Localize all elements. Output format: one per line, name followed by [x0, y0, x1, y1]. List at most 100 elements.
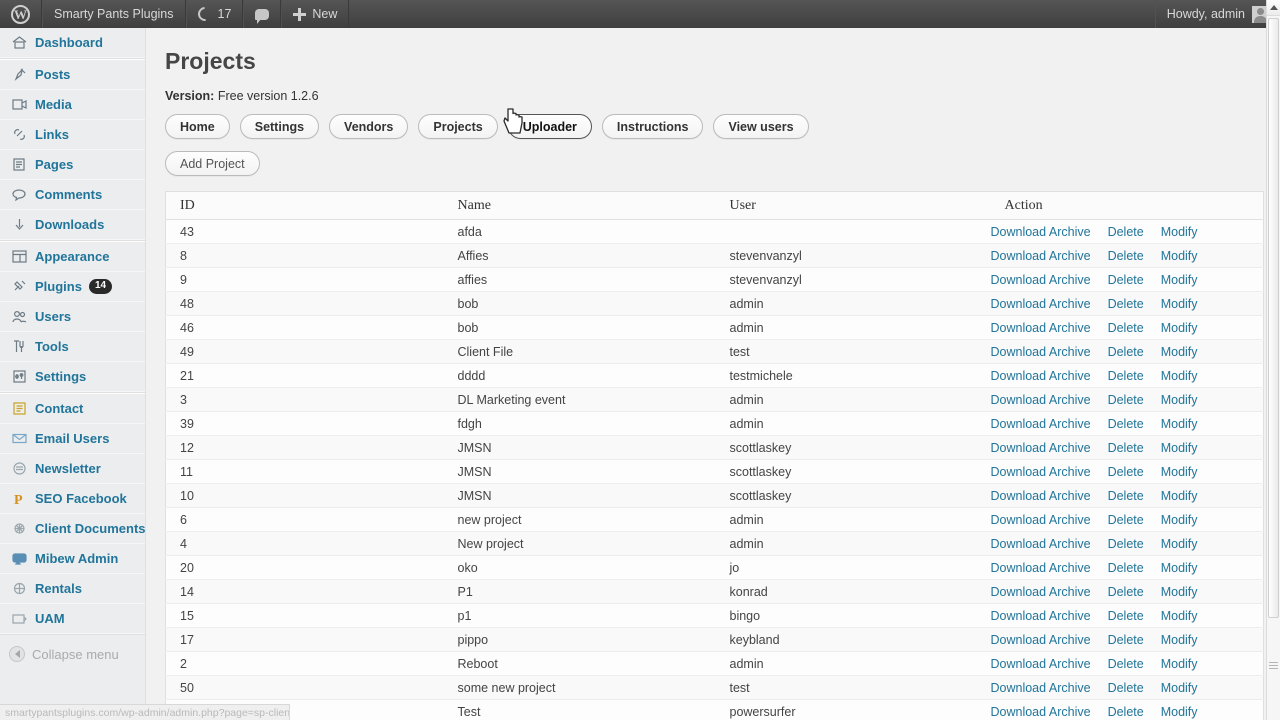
action-delete-link[interactable]: Delete [1108, 465, 1144, 479]
action-modify-link[interactable]: Modify [1161, 345, 1198, 359]
updates-menu[interactable]: 17 [185, 0, 244, 28]
action-delete-link[interactable]: Delete [1108, 393, 1144, 407]
action-modify-link[interactable]: Modify [1161, 609, 1198, 623]
sidebar-item-client-documents[interactable]: Client Documents [0, 514, 146, 544]
action-download-archive-link[interactable]: Download Archive [991, 513, 1091, 527]
action-delete-link[interactable]: Delete [1108, 585, 1144, 599]
sidebar-item-settings[interactable]: Settings [0, 362, 145, 392]
action-delete-link[interactable]: Delete [1108, 657, 1144, 671]
sidebar-item-tools[interactable]: Tools [0, 332, 145, 362]
action-delete-link[interactable]: Delete [1108, 705, 1144, 719]
nav-button-instructions[interactable]: Instructions [601, 114, 704, 139]
action-delete-link[interactable]: Delete [1108, 513, 1144, 527]
site-name-menu[interactable]: Smarty Pants Plugins [42, 0, 186, 28]
sidebar-item-dashboard[interactable]: Dashboard [0, 28, 145, 58]
action-download-archive-link[interactable]: Download Archive [991, 609, 1091, 623]
action-modify-link[interactable]: Modify [1161, 465, 1198, 479]
action-download-archive-link[interactable]: Download Archive [991, 441, 1091, 455]
action-download-archive-link[interactable]: Download Archive [991, 633, 1091, 647]
action-download-archive-link[interactable]: Download Archive [991, 321, 1091, 335]
collapse-menu-button[interactable]: Collapse menu [0, 639, 145, 669]
action-modify-link[interactable]: Modify [1161, 273, 1198, 287]
action-modify-link[interactable]: Modify [1161, 585, 1198, 599]
action-modify-link[interactable]: Modify [1161, 417, 1198, 431]
action-modify-link[interactable]: Modify [1161, 657, 1198, 671]
comments-menu[interactable] [243, 0, 282, 28]
sidebar-item-posts[interactable]: Posts [0, 60, 145, 90]
sidebar-item-email-users[interactable]: Email Users [0, 424, 145, 454]
action-download-archive-link[interactable]: Download Archive [991, 249, 1091, 263]
action-delete-link[interactable]: Delete [1108, 273, 1144, 287]
action-download-archive-link[interactable]: Download Archive [991, 537, 1091, 551]
action-modify-link[interactable]: Modify [1161, 489, 1198, 503]
action-modify-link[interactable]: Modify [1161, 537, 1198, 551]
sidebar-item-media[interactable]: Media [0, 90, 145, 120]
scroll-up-arrow-icon[interactable] [1267, 0, 1280, 16]
sidebar-item-newsletter[interactable]: Newsletter [0, 454, 145, 484]
nav-button-uploader[interactable]: Uploader [507, 114, 592, 139]
nav-button-settings[interactable]: Settings [239, 114, 320, 139]
action-delete-link[interactable]: Delete [1108, 681, 1144, 695]
sidebar-item-mibew-admin[interactable]: Mibew Admin [0, 544, 145, 574]
action-modify-link[interactable]: Modify [1161, 681, 1198, 695]
action-modify-link[interactable]: Modify [1161, 633, 1198, 647]
sidebar-item-downloads[interactable]: Downloads [0, 210, 145, 240]
action-delete-link[interactable]: Delete [1108, 417, 1144, 431]
page-scrollbar[interactable] [1266, 0, 1280, 720]
action-download-archive-link[interactable]: Download Archive [991, 489, 1091, 503]
action-download-archive-link[interactable]: Download Archive [991, 657, 1091, 671]
sidebar-item-rentals[interactable]: Rentals [0, 574, 145, 604]
action-modify-link[interactable]: Modify [1161, 561, 1198, 575]
action-modify-link[interactable]: Modify [1161, 225, 1198, 239]
action-delete-link[interactable]: Delete [1108, 369, 1144, 383]
my-account-menu[interactable]: Howdy, admin [1154, 0, 1280, 28]
scrollbar-thumb[interactable] [1268, 18, 1279, 618]
action-download-archive-link[interactable]: Download Archive [991, 561, 1091, 575]
action-modify-link[interactable]: Modify [1161, 393, 1198, 407]
sidebar-item-uam[interactable]: UAM [0, 604, 145, 634]
action-modify-link[interactable]: Modify [1161, 321, 1198, 335]
action-modify-link[interactable]: Modify [1161, 705, 1198, 719]
sidebar-item-comments[interactable]: Comments [0, 180, 145, 210]
action-download-archive-link[interactable]: Download Archive [991, 369, 1091, 383]
action-delete-link[interactable]: Delete [1108, 489, 1144, 503]
action-download-archive-link[interactable]: Download Archive [991, 417, 1091, 431]
nav-button-projects[interactable]: Projects [418, 114, 498, 139]
action-modify-link[interactable]: Modify [1161, 513, 1198, 527]
action-download-archive-link[interactable]: Download Archive [991, 705, 1091, 719]
action-download-archive-link[interactable]: Download Archive [991, 225, 1091, 239]
sidebar-item-users[interactable]: Users [0, 302, 145, 332]
sidebar-item-pages[interactable]: Pages [0, 150, 145, 180]
action-download-archive-link[interactable]: Download Archive [991, 681, 1091, 695]
nav-button-view-users[interactable]: View users [713, 114, 809, 139]
sidebar-item-links[interactable]: Links [0, 120, 145, 150]
action-delete-link[interactable]: Delete [1108, 561, 1144, 575]
nav-button-home[interactable]: Home [165, 114, 230, 139]
action-delete-link[interactable]: Delete [1108, 537, 1144, 551]
action-download-archive-link[interactable]: Download Archive [991, 393, 1091, 407]
action-download-archive-link[interactable]: Download Archive [991, 273, 1091, 287]
action-delete-link[interactable]: Delete [1108, 633, 1144, 647]
action-delete-link[interactable]: Delete [1108, 441, 1144, 455]
sidebar-item-appearance[interactable]: Appearance [0, 242, 145, 272]
action-delete-link[interactable]: Delete [1108, 321, 1144, 335]
add-project-button[interactable]: Add Project [165, 151, 260, 176]
action-delete-link[interactable]: Delete [1108, 345, 1144, 359]
action-modify-link[interactable]: Modify [1161, 369, 1198, 383]
action-download-archive-link[interactable]: Download Archive [991, 585, 1091, 599]
action-delete-link[interactable]: Delete [1108, 609, 1144, 623]
action-delete-link[interactable]: Delete [1108, 225, 1144, 239]
action-download-archive-link[interactable]: Download Archive [991, 297, 1091, 311]
action-modify-link[interactable]: Modify [1161, 297, 1198, 311]
sidebar-item-plugins[interactable]: Plugins 14 [0, 272, 145, 302]
nav-button-vendors[interactable]: Vendors [329, 114, 409, 139]
sidebar-item-contact[interactable]: Contact [0, 394, 145, 424]
action-download-archive-link[interactable]: Download Archive [991, 465, 1091, 479]
action-modify-link[interactable]: Modify [1161, 441, 1198, 455]
wp-logo-menu[interactable]: W [0, 0, 42, 28]
action-modify-link[interactable]: Modify [1161, 249, 1198, 263]
new-content-menu[interactable]: New [281, 0, 350, 28]
sidebar-item-seo-facebook[interactable]: P SEO Facebook [0, 484, 145, 514]
action-delete-link[interactable]: Delete [1108, 249, 1144, 263]
action-delete-link[interactable]: Delete [1108, 297, 1144, 311]
